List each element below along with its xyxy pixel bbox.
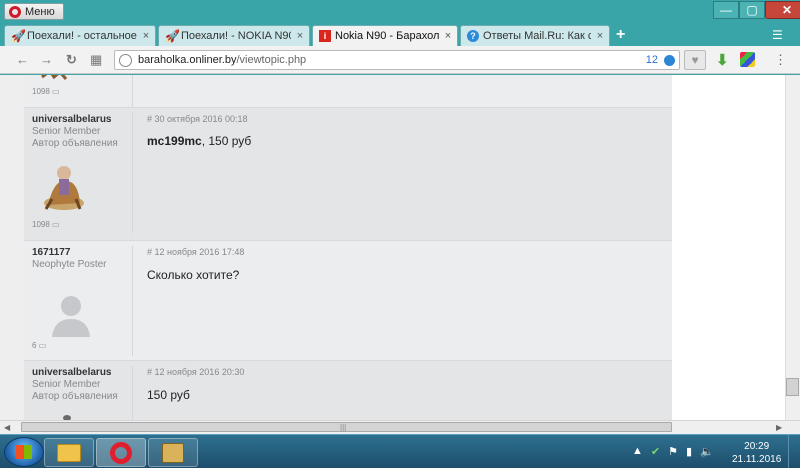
tab-title: Ответы Mail.Ru: Как сдел: [483, 30, 591, 42]
tab-poekhali-nokia[interactable]: 🚀 Поехали! - NOKIA N90 on ×: [158, 25, 310, 46]
windows-logo-icon: [16, 445, 32, 459]
taskbar-explorer[interactable]: [44, 438, 94, 467]
vertical-scroll-thumb[interactable]: [786, 378, 799, 396]
post-date[interactable]: # 12 ноября 2016 17:48: [147, 247, 244, 257]
navigation-bar: ← → ↻ ▦ baraholka.onliner.by/viewtopic.p…: [0, 46, 800, 74]
rocket-icon: 🚀: [11, 29, 26, 43]
post-author-badge: Автор объявления: [32, 391, 118, 402]
maximize-button[interactable]: ▢: [739, 1, 765, 19]
folder-icon: [57, 443, 81, 462]
taskbar-app[interactable]: [148, 438, 198, 467]
more-menu-icon[interactable]: ⋮: [774, 52, 787, 68]
network-signal-icon[interactable]: ▮: [686, 445, 692, 458]
scroll-grip-icon: |||: [340, 423, 347, 432]
reload-icon[interactable]: ↻: [66, 52, 77, 68]
app-icon: [162, 442, 184, 463]
post-count[interactable]: 6 ▭: [32, 341, 46, 350]
tab-otvety-mailru[interactable]: ? Ответы Mail.Ru: Как сдел ×: [460, 25, 610, 46]
post-message: Сколько хотите?: [147, 268, 240, 282]
back-arrow-icon[interactable]: ←: [16, 52, 29, 67]
volume-icon[interactable]: 🔈: [700, 445, 714, 458]
tab-poekhali-other[interactable]: 🚀 Поехали! - остальное ×: [4, 25, 156, 46]
taskbar-clock[interactable]: 20:29 21.11.2016: [732, 440, 781, 466]
download-arrow-icon[interactable]: ⬇: [716, 51, 729, 69]
user-avatar[interactable]: [40, 75, 70, 81]
post-author-rank: Senior Member: [32, 126, 101, 137]
speed-dial-grid-icon[interactable]: ▦: [90, 52, 102, 68]
forum-post: universalbelarus Senior Member Автор объ…: [24, 360, 672, 420]
post-author-badge: Автор объявления: [32, 138, 118, 149]
system-tray: ▲ ✔ ⚑ ▮ 🔈: [632, 445, 714, 458]
forum-post: universalbelarus Senior Member Автор объ…: [24, 107, 672, 240]
url-text[interactable]: baraholka.onliner.by/viewtopic.php: [138, 54, 640, 66]
tab-title: Nokia N90 - Барахолка on: [335, 30, 439, 42]
flag-icon[interactable]: ⚑: [668, 445, 678, 458]
post-count[interactable]: 1098 ▭: [32, 87, 60, 96]
new-tab-plus-icon[interactable]: +: [616, 26, 625, 44]
title-bar: Меню — ▢ ✕: [0, 0, 800, 24]
post-author[interactable]: universalbelarus: [32, 114, 111, 125]
extension-icon[interactable]: [740, 52, 755, 67]
security-check-icon[interactable]: ✔: [651, 445, 660, 458]
page-content: 1098 ▭ universalbelarus Senior Member Ав…: [0, 75, 785, 420]
tab-title: Поехали! - остальное: [27, 30, 137, 42]
show-desktop-button[interactable]: [788, 435, 800, 468]
clock-time: 20:29: [744, 441, 770, 452]
post-date[interactable]: # 12 ноября 2016 20:30: [147, 367, 244, 377]
user-avatar[interactable]: [40, 159, 86, 214]
clock-date: 21.11.2016: [732, 454, 782, 465]
onliner-icon: i: [319, 30, 331, 42]
bookmark-heart-button[interactable]: ♥: [684, 50, 706, 70]
tab-menu-icon[interactable]: ☰: [772, 28, 783, 42]
post-message: 150 руб: [147, 388, 190, 402]
globe-icon: [119, 53, 132, 67]
close-button[interactable]: ✕: [765, 1, 800, 19]
taskbar-opera[interactable]: [96, 438, 146, 467]
opera-logo-icon: [9, 5, 21, 18]
question-icon: ?: [467, 30, 479, 42]
tab-close-icon[interactable]: ×: [141, 30, 151, 42]
post-author[interactable]: 1671177: [32, 247, 70, 258]
tab-title: Поехали! - NOKIA N90 on: [181, 30, 291, 42]
tab-nokia-baraholka[interactable]: i Nokia N90 - Барахолка on ×: [312, 25, 458, 46]
rocket-icon: 🚀: [165, 29, 180, 43]
opera-menu-button[interactable]: Меню: [4, 3, 64, 20]
minimize-button[interactable]: —: [713, 1, 739, 19]
tab-close-icon[interactable]: ×: [443, 30, 453, 42]
forum-thread: 1098 ▭ universalbelarus Senior Member Ав…: [24, 75, 672, 420]
tab-bar: 🚀 Поехали! - остальное × 🚀 Поехали! - NO…: [0, 24, 800, 46]
opera-logo-icon: [110, 441, 132, 464]
post-author-rank: Senior Member: [32, 379, 101, 390]
post-author[interactable]: universalbelarus: [32, 367, 111, 378]
forward-arrow-icon[interactable]: →: [40, 52, 53, 67]
address-bar[interactable]: baraholka.onliner.by/viewtopic.php 12: [114, 50, 680, 70]
scroll-left-arrow-icon[interactable]: ◀: [4, 423, 10, 432]
forum-post: 1098 ▭: [24, 75, 672, 107]
vertical-scrollbar[interactable]: [785, 75, 800, 420]
forum-post: 1671177 Neophyte Poster 6 ▭ # 12 ноября …: [24, 240, 672, 360]
post-author-rank: Neophyte Poster: [32, 259, 107, 270]
tray-expand-icon[interactable]: ▲: [632, 445, 643, 458]
post-date[interactable]: # 30 октября 2016 00:18: [147, 114, 248, 124]
post-count[interactable]: 1098 ▭: [32, 220, 60, 229]
page-left-margin: [0, 75, 24, 420]
menu-label: Меню: [25, 5, 55, 18]
default-avatar[interactable]: [52, 293, 90, 337]
tab-close-icon[interactable]: ×: [595, 30, 605, 42]
browser-window: Меню — ▢ ✕ 🚀 Поехали! - остальное × 🚀 По…: [0, 0, 800, 434]
tab-close-icon[interactable]: ×: [295, 30, 305, 42]
windows-taskbar: ▲ ✔ ⚑ ▮ 🔈 20:29 21.11.2016: [0, 434, 800, 468]
adblock-count: 12: [645, 54, 658, 66]
post-message: mc199mc, 150 руб: [147, 134, 252, 148]
scroll-right-arrow-icon[interactable]: ▶: [776, 423, 782, 432]
adblock-shield-icon[interactable]: [664, 54, 675, 66]
horizontal-scroll-thumb[interactable]: [21, 422, 672, 432]
window-controls: — ▢ ✕: [713, 1, 800, 19]
